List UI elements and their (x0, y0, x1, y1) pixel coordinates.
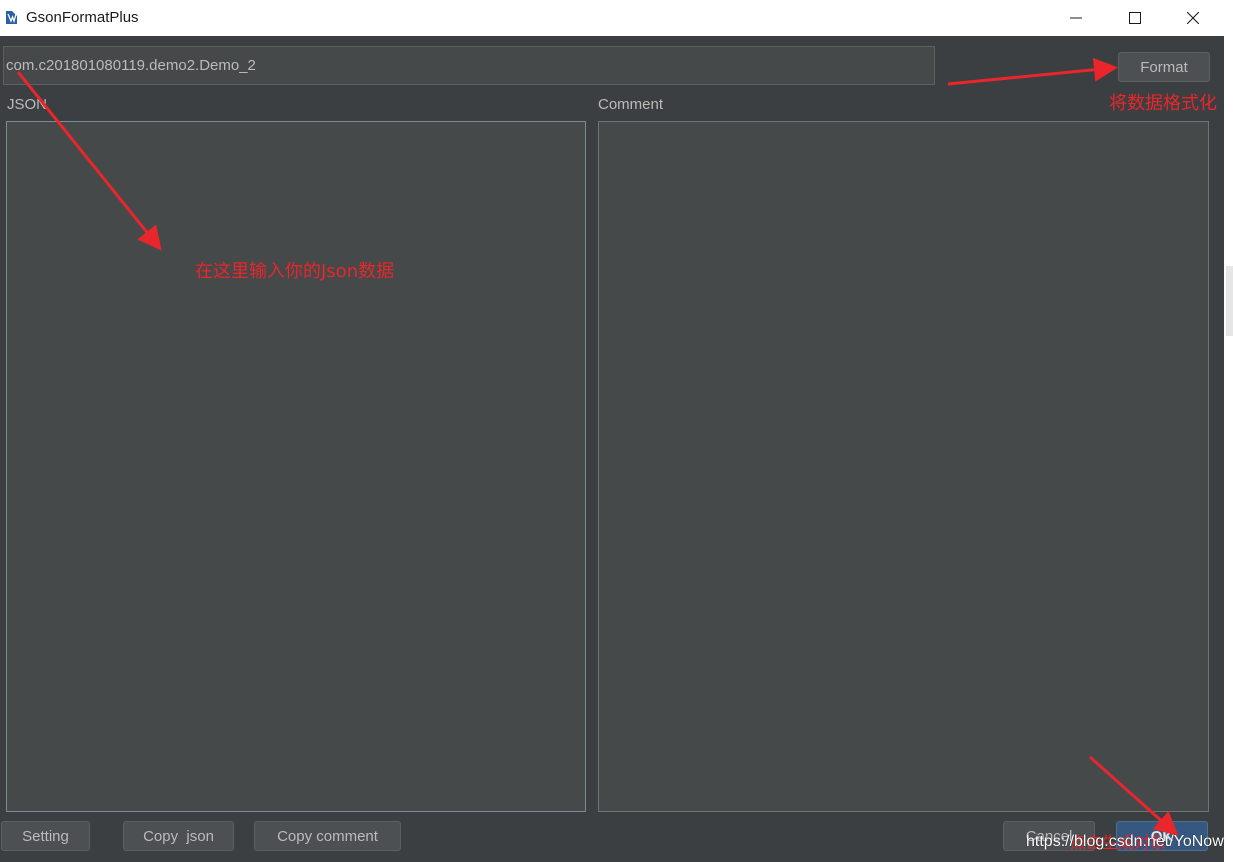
json-label: JSON (7, 96, 48, 113)
close-icon (1187, 12, 1199, 24)
title-bar: GsonFormatPlus (0, 0, 1233, 36)
maximize-icon (1129, 12, 1141, 24)
close-button[interactable] (1164, 0, 1222, 36)
minimize-button[interactable] (1047, 0, 1105, 36)
maximize-button[interactable] (1106, 0, 1164, 36)
format-button[interactable]: Format (1118, 52, 1210, 82)
json-annotation: 在这里输入你的Json数据 (195, 261, 395, 282)
json-textarea[interactable] (6, 121, 586, 812)
minimize-icon (1070, 17, 1082, 19)
class-name-input[interactable] (3, 46, 935, 85)
format-annotation: 将数据格式化 (1109, 93, 1217, 114)
watermark: https://blog.csdn.net/YoNow (1026, 833, 1224, 850)
copy-comment-button[interactable]: Copy comment (254, 821, 401, 851)
app-icon (6, 11, 17, 24)
comment-textarea[interactable] (598, 121, 1209, 812)
copy-json-button[interactable]: Copy json (123, 821, 234, 851)
window-title: GsonFormatPlus (26, 9, 139, 26)
setting-button[interactable]: Setting (1, 821, 90, 851)
comment-label: Comment (598, 96, 664, 113)
gsonformatplus-dialog: GsonFormatPlus Format JSON Comment Setti… (0, 0, 1233, 862)
background-window-edge (1224, 36, 1233, 862)
